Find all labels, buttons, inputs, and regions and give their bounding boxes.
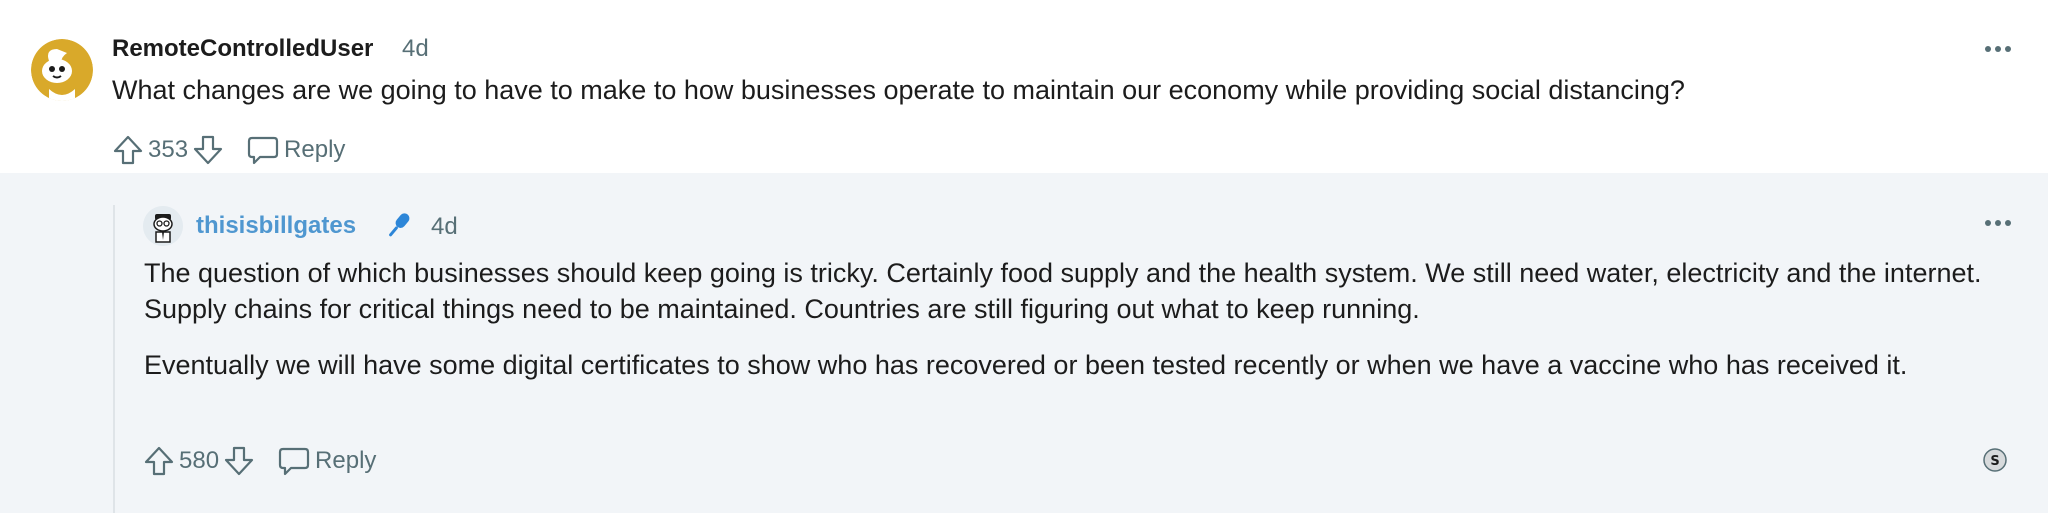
comment-author[interactable]: thisisbillgates	[196, 211, 356, 241]
avatar[interactable]	[143, 206, 183, 246]
more-options-icon[interactable]	[1982, 208, 2014, 238]
comment-actions: 353 Reply	[112, 130, 345, 170]
upvote-icon[interactable]	[143, 445, 175, 477]
comment-body: What changes are we going to have to mak…	[112, 75, 1685, 105]
comment-bubble-icon	[246, 134, 280, 166]
comment-author[interactable]: RemoteControlledUser	[112, 34, 373, 64]
snoo-avatar-icon	[143, 206, 183, 246]
comment-paragraph: The question of which businesses should …	[144, 258, 1982, 324]
comment-actions: 580 Reply	[143, 441, 376, 481]
comment-body: The question of which businesses should …	[144, 255, 2024, 403]
comment-timestamp[interactable]: 4d	[402, 34, 429, 64]
parent-comment: RemoteControlledUser 4d What changes are…	[0, 0, 2048, 173]
vote-count: 353	[148, 136, 189, 163]
microphone-icon	[380, 208, 416, 244]
comment-bubble-icon	[277, 445, 311, 477]
downvote-icon[interactable]	[192, 134, 224, 166]
downvote-icon[interactable]	[223, 445, 255, 477]
reply-button[interactable]: Reply	[277, 445, 376, 477]
reply-button[interactable]: Reply	[246, 134, 345, 166]
award-icon[interactable]: S	[1982, 447, 2008, 473]
comment-paragraph: Eventually we will have some digital cer…	[144, 350, 1908, 380]
reply-label: Reply	[315, 447, 377, 474]
svg-text:S: S	[1990, 454, 1999, 469]
vote-count: 580	[179, 447, 220, 474]
thread-line[interactable]	[113, 205, 115, 513]
more-options-icon[interactable]	[1982, 34, 2014, 64]
reply-label: Reply	[284, 136, 346, 163]
avatar[interactable]	[31, 39, 93, 101]
snoo-avatar-icon	[31, 39, 93, 101]
upvote-icon[interactable]	[112, 134, 144, 166]
comment-timestamp[interactable]: 4d	[431, 212, 458, 242]
